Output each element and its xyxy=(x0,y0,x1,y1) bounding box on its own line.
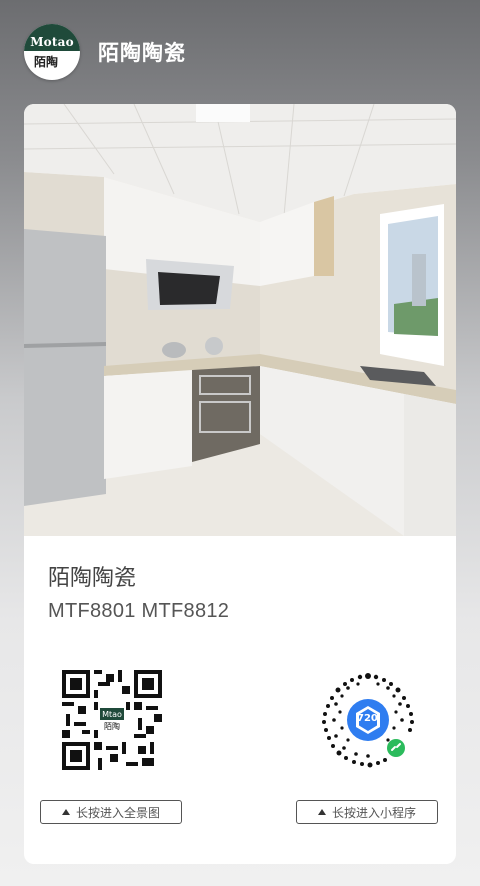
logo-text-cn: 陌陶 xyxy=(34,55,59,69)
poster-card: 陌陶陶瓷 MTF8801 MTF8812 Mtao 陌陶 720 长按进入全景图… xyxy=(24,104,456,864)
mini-program-code[interactable]: 720 xyxy=(318,670,418,770)
product-models: MTF8801 MTF8812 xyxy=(48,600,230,622)
svg-text:Mtao: Mtao xyxy=(102,710,122,719)
company-name: 陌陶陶瓷 xyxy=(48,565,137,590)
panorama-qr-code[interactable]: Mtao 陌陶 xyxy=(62,670,162,770)
panorama-hint[interactable]: 长按进入全景图 xyxy=(40,800,182,824)
mini-program-hint[interactable]: 长按进入小程序 xyxy=(296,800,438,824)
svg-text:陌陶: 陌陶 xyxy=(104,721,120,731)
brand-title: 陌陶陶瓷 xyxy=(98,42,186,65)
panorama-hint-label: 长按进入全景图 xyxy=(75,805,160,820)
mini-program-badge-text: 720 xyxy=(357,713,378,724)
triangle-up-icon xyxy=(317,809,326,815)
mini-program-hint-label: 长按进入小程序 xyxy=(331,805,416,820)
kitchen-photo xyxy=(24,104,456,536)
triangle-up-icon xyxy=(61,809,70,815)
logo-text-en: Motao xyxy=(30,35,74,49)
brand-logo: Motao 陌陶 xyxy=(24,24,80,80)
header: Motao 陌陶 陌陶陶瓷 xyxy=(24,24,186,80)
